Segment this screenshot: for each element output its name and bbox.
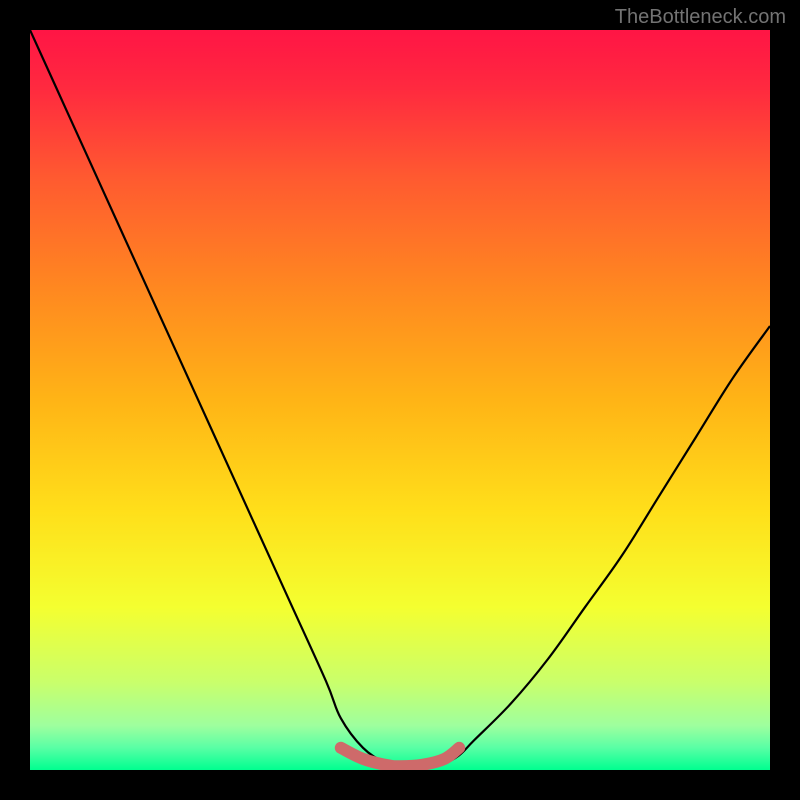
watermark-text: TheBottleneck.com (615, 6, 786, 29)
chart-plot-area (30, 30, 770, 770)
gradient-background (30, 30, 770, 770)
bottleneck-chart (30, 30, 770, 770)
